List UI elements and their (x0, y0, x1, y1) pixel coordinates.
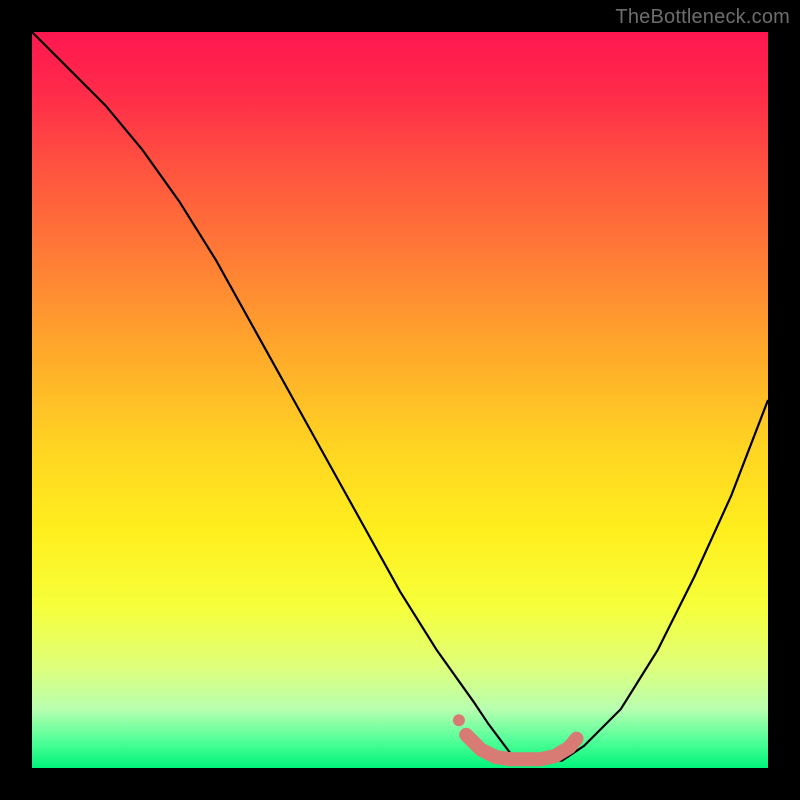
highlighted-range (453, 714, 577, 759)
watermark-text: TheBottleneck.com (615, 6, 790, 29)
marker-stroke (466, 735, 576, 759)
bottleneck-curve (32, 32, 768, 761)
plot-area (32, 32, 768, 768)
chart-frame: TheBottleneck.com (0, 0, 800, 800)
curve-layer (32, 32, 768, 768)
marker-dot (453, 714, 465, 726)
